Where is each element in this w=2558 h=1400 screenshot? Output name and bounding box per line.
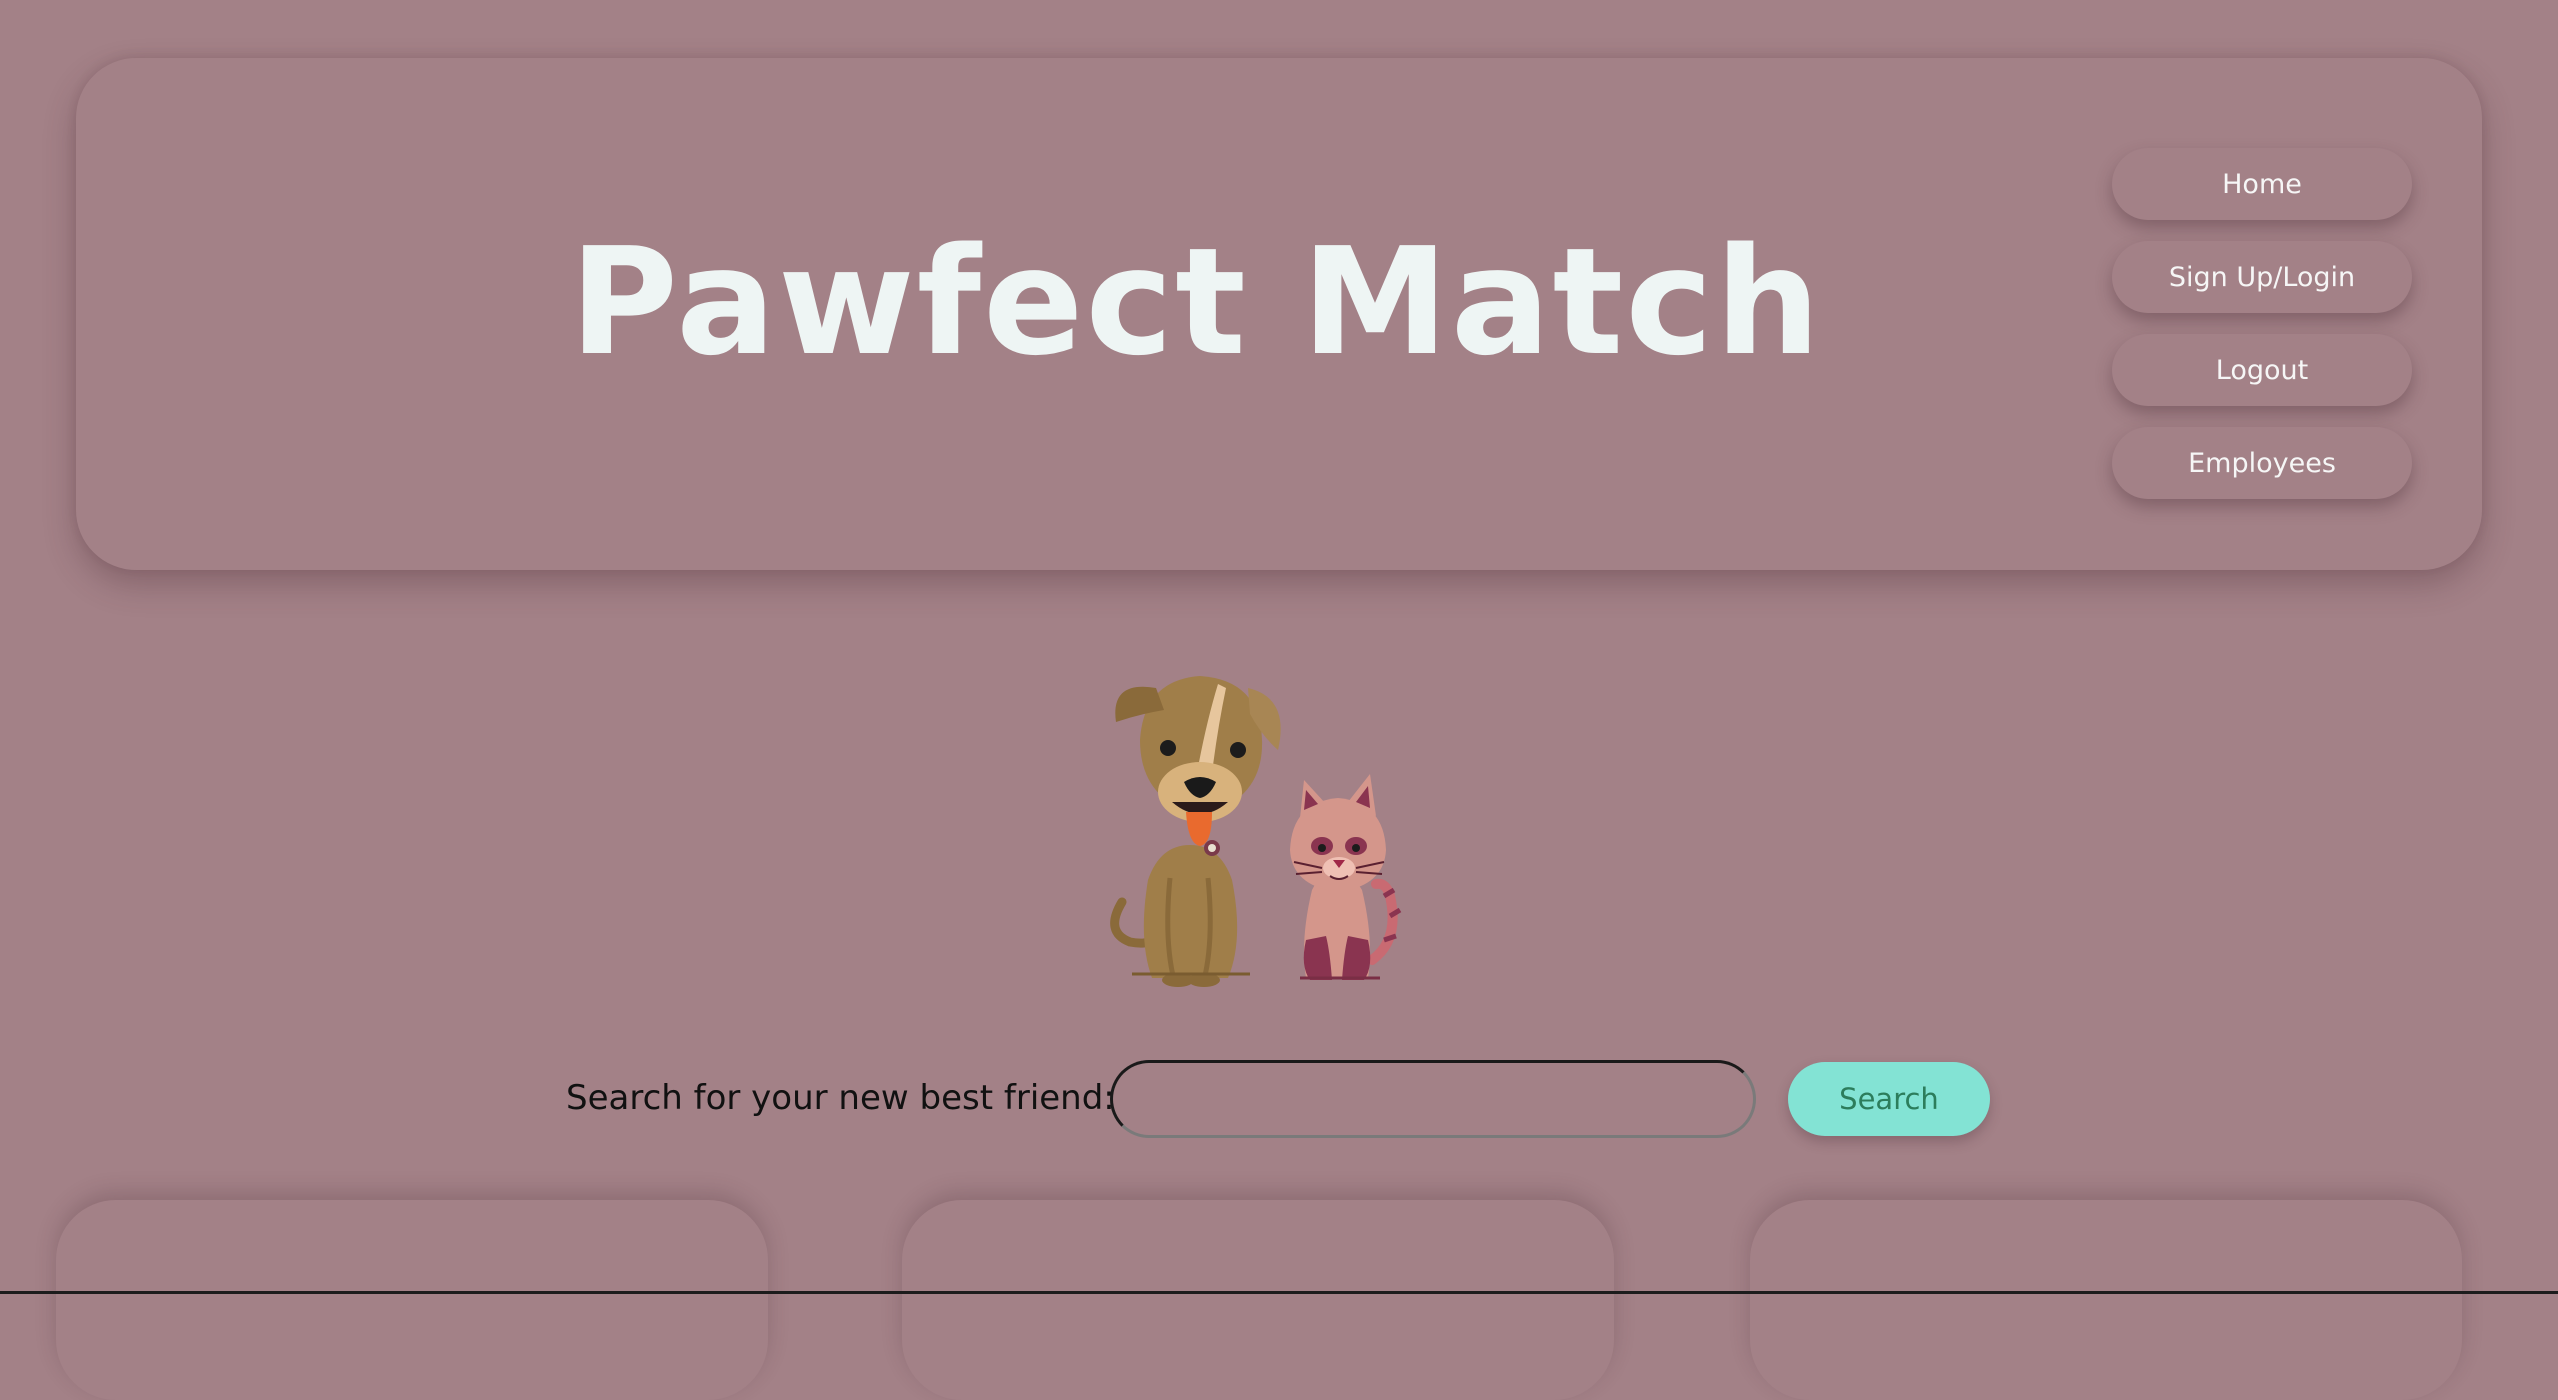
nav-home-button[interactable]: Home — [2112, 148, 2412, 220]
search-bar: Search for your new best friend: Search — [0, 1060, 2558, 1140]
dog-cat-icon — [1110, 676, 1402, 987]
nav-signup-login-button[interactable]: Sign Up/Login — [2112, 241, 2412, 313]
dog-and-cat-illustration — [1100, 640, 1450, 1000]
pet-card — [902, 1200, 1614, 1400]
site-header: Pawfect Match Home Sign Up/Login Logout … — [76, 58, 2482, 570]
nav-employees-button[interactable]: Employees — [2112, 427, 2412, 499]
search-button[interactable]: Search — [1788, 1062, 1990, 1136]
site-title: Pawfect Match — [569, 216, 1823, 388]
search-label: Search for your new best friend: — [566, 1078, 1115, 1118]
search-input[interactable] — [1110, 1060, 1756, 1138]
pet-card — [56, 1200, 768, 1400]
pet-card — [1750, 1200, 2462, 1400]
nav-logout-button[interactable]: Logout — [2112, 334, 2412, 406]
main-nav: Home Sign Up/Login Logout Employees — [2112, 148, 2412, 520]
